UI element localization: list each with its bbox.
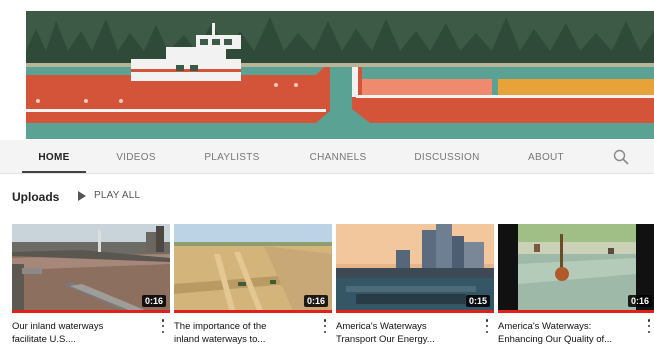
more-options-icon[interactable] xyxy=(484,319,490,333)
video-thumbnail[interactable]: 0:15 xyxy=(336,224,494,313)
video-duration: 0:16 xyxy=(627,295,652,307)
active-tab-indicator xyxy=(22,171,86,173)
section-title: Uploads xyxy=(12,190,60,204)
video-card[interactable]: 0:16 Our inland waterways facilitate U.S… xyxy=(12,224,170,345)
video-card[interactable]: 0:16 The importance of the inland waterw… xyxy=(174,224,332,345)
tab-home[interactable]: HOME xyxy=(22,140,86,174)
video-thumbnail[interactable]: 0:16 xyxy=(12,224,170,313)
video-card[interactable]: 0:15 America's Waterways Transport Our E… xyxy=(336,224,494,345)
channel-page: HOME VIDEOS PLAYLISTS CHANNELS DISCUSSIO… xyxy=(0,0,654,350)
tab-videos[interactable]: VIDEOS xyxy=(104,140,168,174)
more-options-icon[interactable] xyxy=(322,319,328,333)
video-title[interactable]: The importance of the inland waterways t… xyxy=(174,320,314,346)
watched-progress-bar xyxy=(174,310,332,313)
watched-progress-bar xyxy=(498,310,654,313)
video-title[interactable]: America's Waterways Transport Our Energy… xyxy=(336,320,476,346)
tab-about[interactable]: ABOUT xyxy=(514,140,578,174)
video-duration: 0:16 xyxy=(303,295,328,307)
tab-channels[interactable]: CHANNELS xyxy=(296,140,380,174)
video-thumbnail[interactable]: 0:16 xyxy=(174,224,332,313)
tab-playlists[interactable]: PLAYLISTS xyxy=(190,140,274,174)
play-all-label: PLAY ALL xyxy=(94,190,141,201)
video-title[interactable]: Our inland waterways facilitate U.S.... xyxy=(12,320,152,346)
play-all-button[interactable]: PLAY ALL xyxy=(78,190,140,201)
video-duration: 0:15 xyxy=(465,295,490,307)
video-card[interactable]: 0:16 America's Waterways: Enhancing Our … xyxy=(498,224,654,345)
channel-tabs: HOME VIDEOS PLAYLISTS CHANNELS DISCUSSIO… xyxy=(0,140,654,174)
more-options-icon[interactable] xyxy=(646,319,652,333)
watched-progress-bar xyxy=(336,310,494,313)
towboat-illustration xyxy=(26,11,654,139)
video-duration: 0:16 xyxy=(141,295,166,307)
tab-discussion[interactable]: DISCUSSION xyxy=(404,140,490,174)
more-options-icon[interactable] xyxy=(160,319,166,333)
search-icon[interactable] xyxy=(612,148,630,166)
video-title[interactable]: America's Waterways: Enhancing Our Quali… xyxy=(498,320,638,346)
watched-progress-bar xyxy=(12,310,170,313)
play-icon xyxy=(78,190,86,201)
channel-banner xyxy=(26,11,654,139)
video-thumbnail[interactable]: 0:16 xyxy=(498,224,654,313)
